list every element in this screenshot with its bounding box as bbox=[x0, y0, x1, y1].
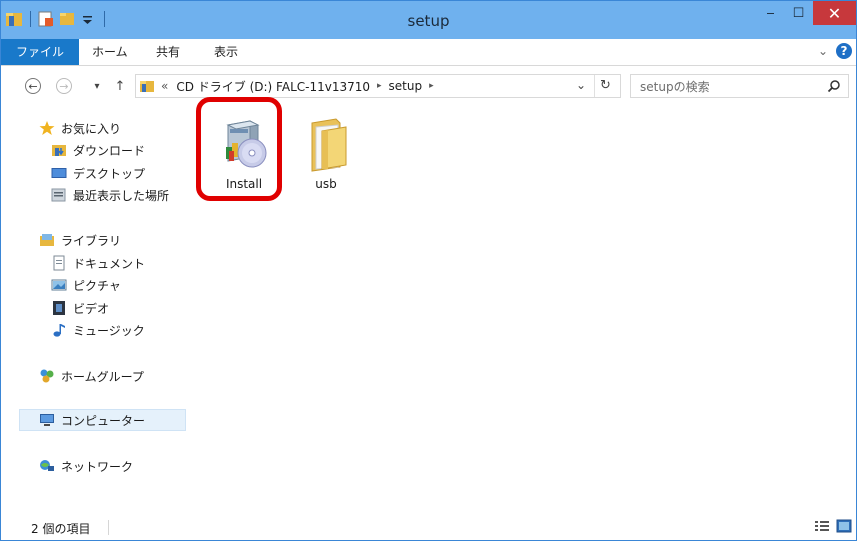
large-icons-view-icon[interactable] bbox=[836, 519, 852, 533]
sidebar-item-label: お気に入り bbox=[61, 121, 122, 136]
sidebar-item-label: ダウンロード bbox=[73, 143, 146, 158]
tab-share[interactable]: 共有 bbox=[156, 39, 180, 65]
maximize-button[interactable]: ☐ bbox=[785, 1, 812, 25]
breadcrumb-separator[interactable]: ▸ bbox=[377, 81, 382, 91]
search-placeholder: setupの検索 bbox=[640, 79, 710, 94]
ribbon-tabs: ファイル ホーム 共有 表示 ⌄ ? bbox=[1, 39, 856, 66]
video-icon bbox=[51, 300, 67, 316]
downloads-folder-icon bbox=[51, 142, 67, 158]
file-name: Install bbox=[225, 177, 263, 191]
window-title: setup bbox=[407, 12, 450, 30]
address-dropdown-icon[interactable]: ⌄ bbox=[576, 78, 586, 92]
back-button[interactable]: ← bbox=[23, 76, 43, 96]
sidebar-item-label: コンピューター bbox=[61, 413, 146, 428]
file-list: Install usb bbox=[188, 97, 856, 513]
sidebar-item-homegroup[interactable]: ホームグループ bbox=[39, 365, 144, 387]
sidebar-item-pictures[interactable]: ピクチャ bbox=[51, 274, 121, 296]
tab-view[interactable]: 表示 bbox=[214, 39, 238, 65]
star-icon bbox=[39, 120, 55, 136]
breadcrumb-separator[interactable]: ▸ bbox=[429, 81, 434, 91]
forward-button[interactable]: → bbox=[54, 76, 74, 96]
file-item-install[interactable]: Install bbox=[206, 113, 282, 193]
homegroup-icon bbox=[39, 368, 55, 384]
details-view-icon[interactable] bbox=[814, 519, 830, 533]
explorer-window: setup ‒ ☐ ✕ ファイル ホーム 共有 表示 ⌄ ? ← → ▾ ↑ «… bbox=[0, 0, 857, 541]
recent-locations-button[interactable]: ▾ bbox=[87, 76, 107, 96]
item-count: 2 個の項目 bbox=[31, 522, 91, 536]
folder-icon bbox=[298, 117, 354, 173]
tab-home[interactable]: ホーム bbox=[92, 39, 128, 65]
help-icon[interactable]: ? bbox=[836, 43, 852, 59]
desktop-icon bbox=[51, 165, 67, 181]
recent-places-icon bbox=[51, 187, 67, 203]
sidebar-item-label: ネットワーク bbox=[61, 459, 134, 474]
search-input[interactable]: setupの検索 bbox=[630, 74, 849, 98]
chevron-down-icon: ▾ bbox=[94, 80, 100, 92]
navigation-bar: ← → ▾ ↑ « CD ドライブ (D:) FALC-11v13710 ▸ s… bbox=[1, 66, 856, 106]
sidebar-item-libraries[interactable]: ライブラリ bbox=[39, 229, 121, 251]
status-divider bbox=[108, 520, 109, 535]
back-icon: ← bbox=[25, 78, 41, 94]
close-button[interactable]: ✕ bbox=[813, 1, 856, 25]
sidebar-item-label: ライブラリ bbox=[61, 233, 122, 248]
sidebar-item-label: デスクトップ bbox=[73, 166, 146, 181]
tab-file[interactable]: ファイル bbox=[1, 39, 79, 65]
picture-icon bbox=[51, 277, 67, 293]
document-icon bbox=[51, 255, 67, 271]
drive-folder-icon bbox=[139, 78, 155, 94]
sidebar-item-music[interactable]: ミュージック bbox=[51, 319, 145, 341]
sidebar-item-documents[interactable]: ドキュメント bbox=[51, 252, 145, 274]
file-item-usb[interactable]: usb bbox=[288, 113, 364, 193]
minimize-button[interactable]: ‒ bbox=[757, 1, 784, 25]
sidebar-item-computer[interactable]: コンピューター bbox=[19, 409, 186, 431]
up-button[interactable]: ↑ bbox=[110, 76, 130, 96]
sidebar-item-label: ドキュメント bbox=[73, 256, 146, 271]
minimize-icon: ‒ bbox=[766, 5, 775, 21]
sidebar-item-desktop[interactable]: デスクトップ bbox=[51, 162, 145, 184]
computer-icon bbox=[39, 412, 55, 428]
sidebar-item-label: ホームグループ bbox=[61, 369, 144, 384]
address-bar[interactable]: « CD ドライブ (D:) FALC-11v13710 ▸ setup ▸ ⌄… bbox=[135, 74, 621, 98]
title-bar[interactable]: setup ‒ ☐ ✕ bbox=[1, 1, 856, 39]
status-bar: 2 個の項目 bbox=[1, 514, 856, 540]
up-arrow-icon: ↑ bbox=[114, 78, 126, 94]
address-divider bbox=[594, 75, 595, 97]
sidebar-item-label: ミュージック bbox=[73, 323, 145, 338]
breadcrumb-setup[interactable]: setup bbox=[389, 79, 423, 93]
breadcrumb-overflow[interactable]: « bbox=[161, 79, 168, 93]
sidebar-item-label: ビデオ bbox=[73, 301, 110, 316]
sidebar-item-favorites[interactable]: お気に入り bbox=[39, 117, 121, 139]
installer-icon bbox=[216, 117, 272, 173]
maximize-icon: ☐ bbox=[792, 5, 805, 21]
network-icon bbox=[39, 458, 55, 474]
refresh-icon[interactable]: ↻ bbox=[600, 78, 611, 93]
breadcrumb-drive[interactable]: CD ドライブ (D:) FALC-11v13710 bbox=[176, 78, 370, 95]
navigation-pane: お気に入り ダウンロード デスクトップ 最近表示した場所 ライブラリ ドキュメン… bbox=[1, 107, 188, 513]
sidebar-item-recent-places[interactable]: 最近表示した場所 bbox=[51, 184, 169, 206]
library-icon bbox=[39, 232, 55, 248]
music-note-icon bbox=[51, 322, 67, 338]
close-icon: ✕ bbox=[827, 3, 842, 23]
sidebar-item-label: 最近表示した場所 bbox=[73, 188, 170, 203]
file-name: usb bbox=[315, 177, 337, 191]
forward-icon: → bbox=[56, 78, 72, 94]
sidebar-item-label: ピクチャ bbox=[73, 278, 121, 293]
sidebar-item-network[interactable]: ネットワーク bbox=[39, 455, 133, 477]
search-icon[interactable] bbox=[827, 79, 841, 96]
ribbon-controls: ⌄ ? bbox=[818, 43, 852, 59]
sidebar-item-videos[interactable]: ビデオ bbox=[51, 297, 109, 319]
expand-ribbon-icon[interactable]: ⌄ bbox=[818, 44, 828, 58]
sidebar-item-downloads[interactable]: ダウンロード bbox=[51, 139, 145, 161]
view-switcher bbox=[808, 519, 852, 533]
